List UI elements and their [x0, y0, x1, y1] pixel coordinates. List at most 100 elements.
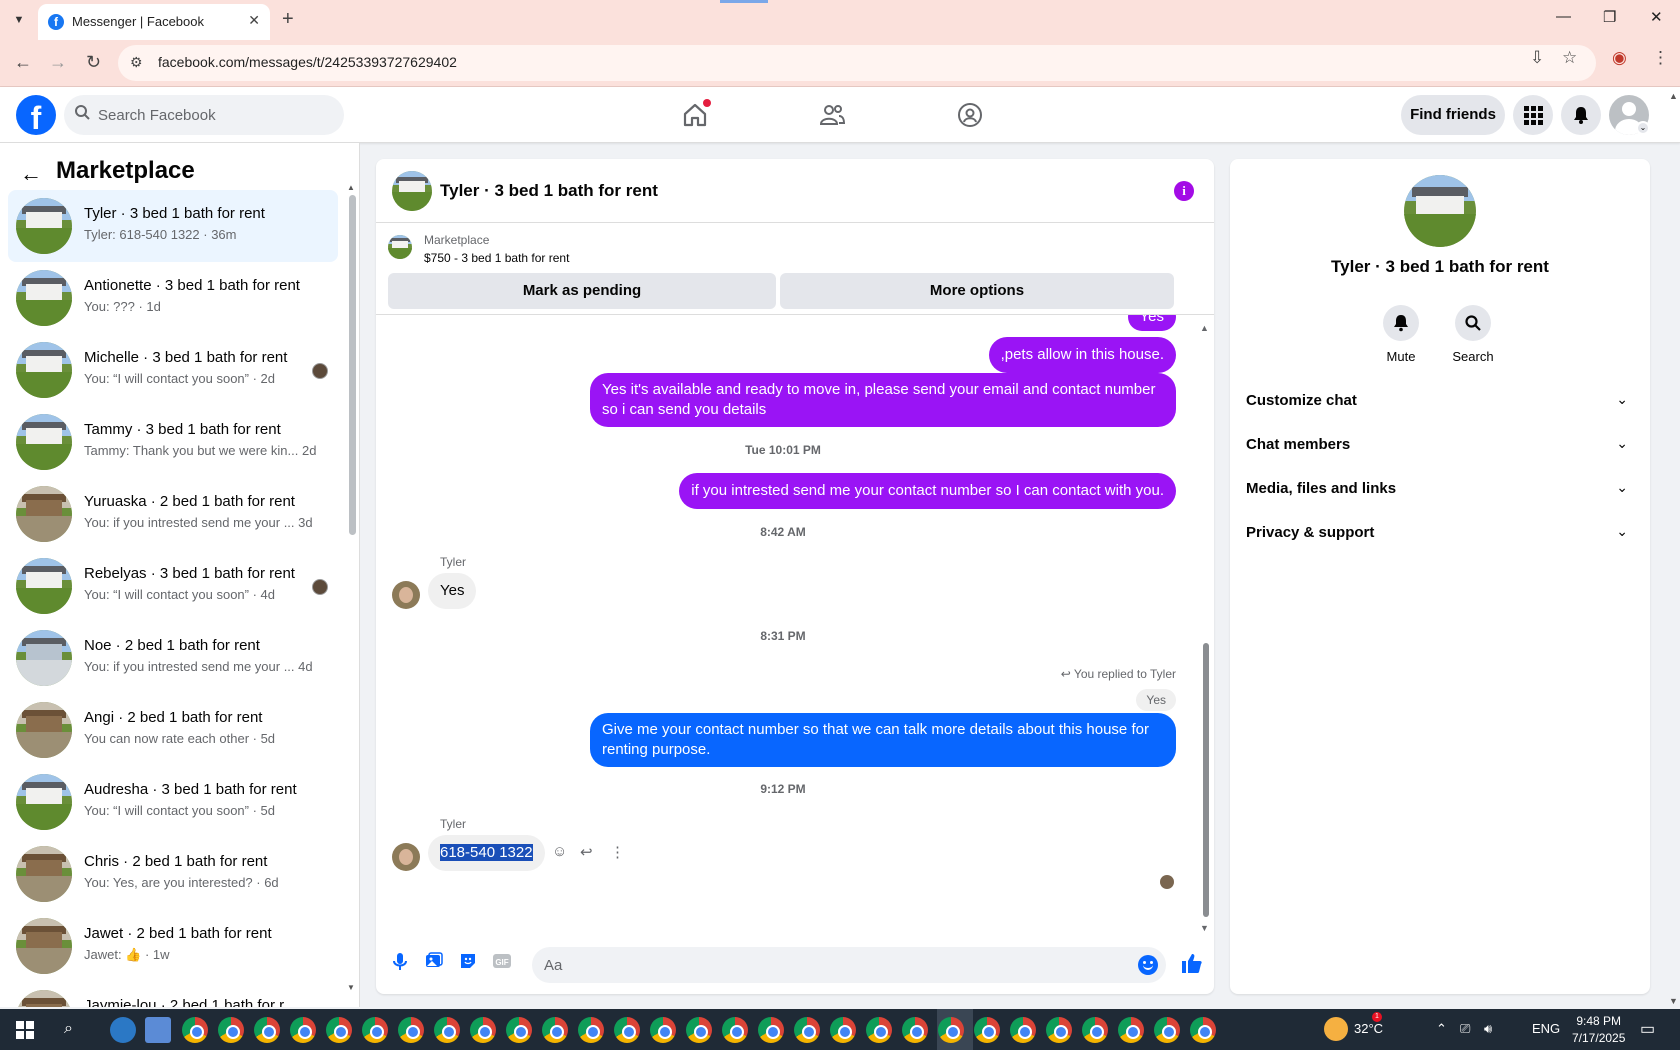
- message-bubble-reply[interactable]: Give me your contact number so that we c…: [590, 713, 1176, 767]
- message-input[interactable]: [544, 947, 1104, 983]
- chrome-taskbar-icon[interactable]: [1046, 1017, 1072, 1043]
- chrome-taskbar-icon[interactable]: [218, 1017, 244, 1043]
- chrome-taskbar-icon[interactable]: [326, 1017, 352, 1043]
- react-icon[interactable]: ☺: [552, 843, 567, 860]
- profile-icon[interactable]: ◉: [1612, 48, 1627, 68]
- back-icon[interactable]: ←: [14, 52, 32, 73]
- like-thumbs-up-icon[interactable]: [1180, 951, 1206, 977]
- show-hidden-icons-icon[interactable]: ⌃: [1436, 1021, 1447, 1037]
- chrome-taskbar-icon[interactable]: [1190, 1017, 1216, 1043]
- listing-thumbnail[interactable]: [392, 171, 432, 211]
- more-actions-icon[interactable]: ⋮: [610, 843, 625, 861]
- more-options-button[interactable]: More options: [780, 273, 1174, 309]
- message-bubble-sent[interactable]: Yes it's available and ready to move in,…: [590, 373, 1176, 427]
- chat-list-item[interactable]: Audresha · 3 bed 1 bath for rent You: “I …: [8, 766, 338, 838]
- section-media-files-links[interactable]: Media, files and links ⌄: [1246, 471, 1636, 507]
- chat-list-item[interactable]: Yuruaska · 2 bed 1 bath for rent You: if …: [8, 478, 338, 550]
- info-icon[interactable]: i: [1174, 181, 1194, 201]
- message-bubble-received[interactable]: 618-540 1322: [428, 835, 545, 871]
- section-chat-members[interactable]: Chat members ⌄: [1246, 427, 1636, 463]
- chrome-taskbar-icon[interactable]: [506, 1017, 532, 1043]
- message-input-wrap[interactable]: [532, 947, 1166, 983]
- groups-nav-button[interactable]: [950, 95, 990, 135]
- close-window-icon[interactable]: ✕: [1650, 8, 1663, 26]
- chrome-taskbar-icon[interactable]: [1154, 1017, 1180, 1043]
- clock[interactable]: 9:48 PM 7/17/2025: [1572, 1013, 1625, 1047]
- message-bubble-sent[interactable]: ,pets allow in this house.: [988, 337, 1176, 373]
- conversation-title[interactable]: Tyler · 3 bed 1 bath for rent: [440, 181, 658, 201]
- message-bubble-received[interactable]: Yes: [428, 573, 477, 609]
- forward-icon[interactable]: →: [49, 52, 67, 73]
- install-app-icon[interactable]: ⇩: [1530, 48, 1544, 68]
- volume-icon[interactable]: 🔊︎: [1484, 1021, 1492, 1037]
- quoted-message[interactable]: Yes: [1136, 689, 1176, 711]
- chrome-taskbar-icon[interactable]: [254, 1017, 280, 1043]
- mute-action[interactable]: Mute: [1371, 305, 1431, 364]
- url-text[interactable]: facebook.com/messages/t/2425339372762940…: [158, 54, 457, 70]
- taskbar-search-icon[interactable]: ⌕: [64, 1020, 73, 1038]
- chat-list-item[interactable]: Angi · 2 bed 1 bath for rent You can now …: [8, 694, 338, 766]
- chrome-taskbar-icon[interactable]: [290, 1017, 316, 1043]
- back-arrow-icon[interactable]: ←: [20, 161, 42, 187]
- chrome-taskbar-icon[interactable]: [722, 1017, 748, 1043]
- chrome-taskbar-icon[interactable]: [398, 1017, 424, 1043]
- chrome-taskbar-icon[interactable]: [866, 1017, 892, 1043]
- tyler-avatar[interactable]: [392, 843, 420, 871]
- home-nav-button[interactable]: [675, 95, 715, 135]
- chrome-taskbar-icon[interactable]: [578, 1017, 604, 1043]
- friends-nav-button[interactable]: [812, 95, 852, 135]
- notifications-button[interactable]: [1561, 95, 1601, 135]
- bookmark-star-icon[interactable]: ☆: [1562, 48, 1577, 68]
- browser-tab[interactable]: f Messenger | Facebook ✕: [38, 4, 270, 40]
- chat-list-item[interactable]: Chris · 2 bed 1 bath for rent You: Yes, a…: [8, 838, 338, 910]
- chrome-taskbar-icon[interactable]: [1082, 1017, 1108, 1043]
- chrome-taskbar-icon[interactable]: [974, 1017, 1000, 1043]
- thread-scrollbar[interactable]: [1203, 643, 1209, 917]
- language[interactable]: ENG: [1532, 1021, 1560, 1036]
- page-scroll-down-icon[interactable]: ▼: [1669, 996, 1678, 1006]
- chrome-taskbar-icon[interactable]: [614, 1017, 640, 1043]
- new-tab-icon[interactable]: +: [282, 8, 294, 31]
- listing-title[interactable]: $750 - 3 bed 1 bath for rent: [424, 251, 569, 265]
- reload-icon[interactable]: ↻: [86, 52, 101, 73]
- chrome-taskbar-icon[interactable]: [686, 1017, 712, 1043]
- tyler-avatar[interactable]: [392, 581, 420, 609]
- chrome-taskbar-icon[interactable]: [434, 1017, 460, 1043]
- chat-list-item[interactable]: Noe · 2 bed 1 bath for rent You: if you i…: [8, 622, 338, 694]
- network-icon[interactable]: ⎚: [1460, 1021, 1470, 1037]
- tab-search-chevron-icon[interactable]: ▼: [8, 9, 30, 31]
- page-scroll-up-icon[interactable]: ▲: [1669, 91, 1678, 101]
- search-input[interactable]: [98, 95, 328, 135]
- chrome-taskbar-icon[interactable]: [542, 1017, 568, 1043]
- chat-list-item[interactable]: Jawet · 2 bed 1 bath for rent Jawet: 👍 · …: [8, 910, 338, 982]
- app-taskbar-icon[interactable]: [145, 1017, 171, 1043]
- chat-list-item[interactable]: Tyler · 3 bed 1 bath for rent Tyler: 618-…: [8, 190, 338, 262]
- scroll-down-arrow-icon[interactable]: ▼: [347, 983, 355, 992]
- message-bubble-sent[interactable]: if you intrested send me your contact nu…: [679, 473, 1176, 509]
- close-tab-icon[interactable]: ✕: [248, 12, 260, 29]
- listing-mini-thumbnail[interactable]: [388, 235, 412, 259]
- gif-button[interactable]: GIF: [490, 951, 514, 975]
- temperature[interactable]: 32°C: [1354, 1021, 1383, 1036]
- chrome-taskbar-icon[interactable]: [182, 1017, 208, 1043]
- thread-scroll-up-icon[interactable]: ▲: [1200, 323, 1209, 333]
- browser-menu-icon[interactable]: ⋮: [1652, 48, 1669, 68]
- voice-clip-button[interactable]: [388, 951, 412, 975]
- chat-list-scrollbar[interactable]: [349, 195, 356, 535]
- facebook-logo-icon[interactable]: f: [16, 95, 56, 135]
- chrome-taskbar-icon[interactable]: [650, 1017, 676, 1043]
- chat-list-item[interactable]: Tammy · 3 bed 1 bath for rent Tammy: Than…: [8, 406, 338, 478]
- chrome-taskbar-icon[interactable]: [830, 1017, 856, 1043]
- windows-start-icon[interactable]: [16, 1021, 34, 1039]
- mark-as-pending-button[interactable]: Mark as pending: [388, 273, 776, 309]
- app-taskbar-icon[interactable]: [110, 1017, 136, 1043]
- scroll-up-arrow-icon[interactable]: ▲: [347, 183, 355, 192]
- chat-list-item[interactable]: Jaymie-lou · 2 bed 1 bath for r...: [8, 982, 338, 1007]
- reply-icon[interactable]: ↩: [580, 843, 593, 861]
- chrome-taskbar-icon[interactable]: [902, 1017, 928, 1043]
- selected-phone-number[interactable]: 618-540 1322: [440, 844, 533, 861]
- chrome-taskbar-icon[interactable]: [794, 1017, 820, 1043]
- omnibox[interactable]: ⚙ facebook.com/messages/t/24253393727629…: [118, 45, 1596, 81]
- chrome-taskbar-icon[interactable]: [1010, 1017, 1036, 1043]
- chat-list-item[interactable]: Michelle · 3 bed 1 bath for rent You: “I …: [8, 334, 338, 406]
